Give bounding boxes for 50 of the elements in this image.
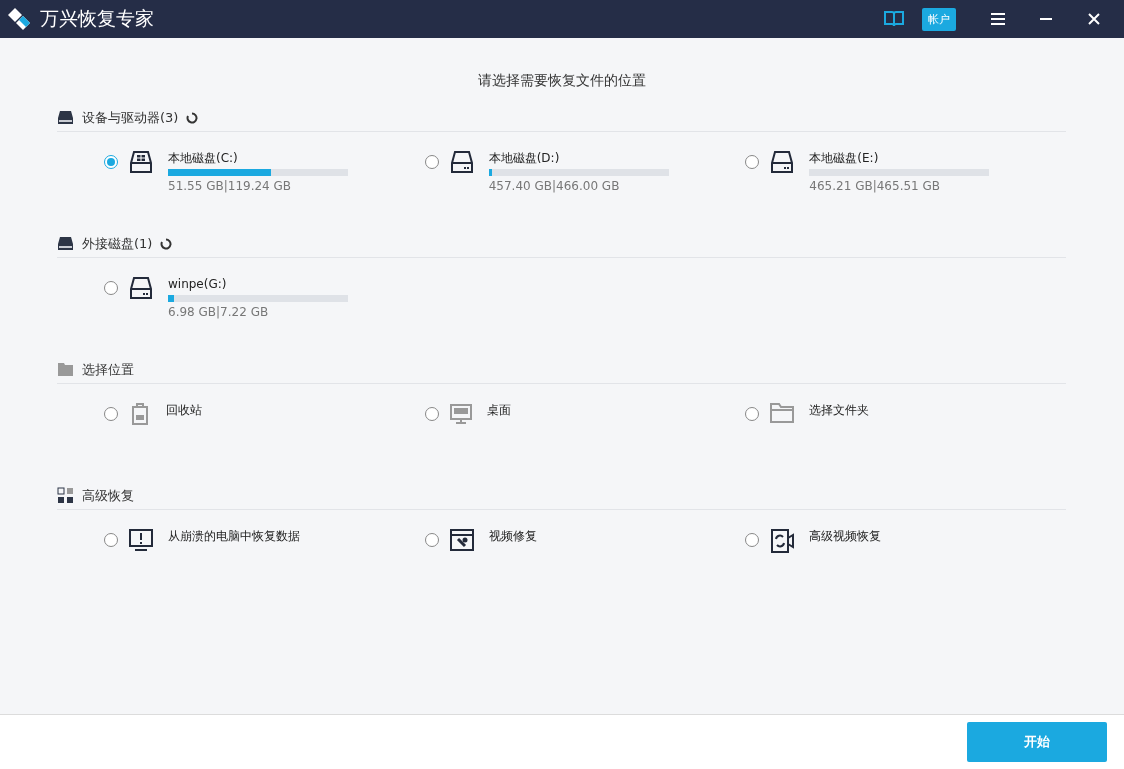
disk-size: 465.21 GB|465.51 GB	[809, 179, 942, 193]
page-heading: 请选择需要恢复文件的位置	[476, 72, 647, 90]
hard-drive-icon	[448, 150, 475, 174]
start-button[interactable]: 开始	[967, 722, 1107, 762]
folder-icon	[57, 362, 74, 377]
disk-size: 457.40 GB|466.00 GB	[488, 179, 621, 193]
hard-drive-icon	[128, 150, 154, 174]
radio-button[interactable]	[424, 155, 439, 169]
menu-icon	[991, 13, 1005, 25]
option-label: 本地磁盘(C:)	[168, 150, 239, 166]
disk-size: 6.98 GB|7.22 GB	[168, 305, 270, 319]
folder-icon	[769, 402, 796, 424]
camera-sync-icon	[769, 528, 796, 554]
option-label: 从崩溃的电脑中恢复数据	[168, 528, 300, 544]
radio-button[interactable]	[104, 533, 118, 547]
radio-button[interactable]	[424, 533, 439, 547]
hard-drive-icon	[128, 276, 154, 300]
option-label: 高级视频恢复	[809, 528, 882, 544]
section-title: 高级恢复	[82, 486, 134, 505]
radio-button[interactable]	[745, 407, 760, 421]
radio-button[interactable]	[745, 155, 760, 169]
radio-button[interactable]	[424, 407, 439, 421]
radio-button[interactable]	[104, 281, 118, 295]
account-button[interactable]: 帐户	[922, 7, 956, 31]
option-label: 选择文件夹	[809, 402, 870, 418]
video-wrench-icon	[448, 528, 475, 552]
option-label: 本地磁盘(E:)	[809, 150, 880, 166]
section-title: 设备与驱动器(3)	[82, 108, 179, 127]
disk-size: 51.55 GB|119.24 GB	[168, 179, 293, 193]
hard-drive-icon	[57, 236, 74, 251]
radio-button[interactable]	[104, 407, 118, 421]
option-label: 桌面	[486, 402, 511, 418]
monitor-warning-icon	[128, 528, 154, 552]
close-icon	[1088, 13, 1100, 25]
hard-drive-icon	[57, 110, 74, 125]
logo-icon	[6, 6, 32, 32]
section-title: 外接磁盘(1)	[82, 234, 153, 253]
window-title: 万兴恢复专家	[40, 6, 155, 31]
option-label: 本地磁盘(D:)	[488, 150, 561, 166]
monitor-icon	[448, 402, 473, 426]
option-label: 视频修复	[488, 528, 537, 544]
hard-drive-icon	[769, 150, 796, 174]
minimize-icon	[1040, 18, 1052, 20]
option-label: 回收站	[166, 402, 202, 418]
option-label: winpe(G:)	[168, 276, 228, 292]
grid-icon	[57, 487, 74, 504]
radio-button[interactable]	[745, 533, 760, 547]
radio-button[interactable]	[104, 155, 118, 169]
book-icon[interactable]	[884, 11, 904, 27]
section-title: 选择位置	[82, 360, 134, 379]
